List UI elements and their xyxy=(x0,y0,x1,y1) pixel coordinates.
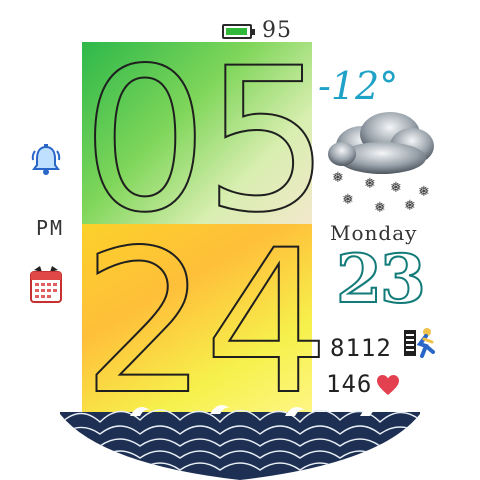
svg-text:❅: ❅ xyxy=(418,184,430,200)
alarm-bell-icon[interactable] xyxy=(30,143,62,177)
svg-text:❅: ❅ xyxy=(404,198,416,214)
minute-digits: 24 xyxy=(81,207,331,438)
svg-text:❅: ❅ xyxy=(332,170,344,186)
step-count: 8112 xyxy=(330,334,392,362)
day-of-month: 23 xyxy=(335,239,427,319)
svg-text:❅: ❅ xyxy=(390,180,402,196)
temperature: -12° xyxy=(318,64,399,108)
heart-icon[interactable] xyxy=(376,374,400,396)
svg-text:❅: ❅ xyxy=(374,200,386,216)
wave-decoration xyxy=(60,405,420,480)
watch-face: 95 PM 05 24 -12° ❅ ❅ ❅ ❅ ❅ ❅ ❅ Monday 23… xyxy=(0,0,480,480)
runner-icon[interactable] xyxy=(402,326,436,360)
am-pm-indicator: PM xyxy=(36,216,65,240)
calendar-icon[interactable] xyxy=(28,264,64,304)
svg-text:❅: ❅ xyxy=(342,192,354,208)
snow-cloud-icon[interactable]: ❅ ❅ ❅ ❅ ❅ ❅ ❅ xyxy=(324,108,440,224)
svg-text:❅: ❅ xyxy=(364,176,376,192)
